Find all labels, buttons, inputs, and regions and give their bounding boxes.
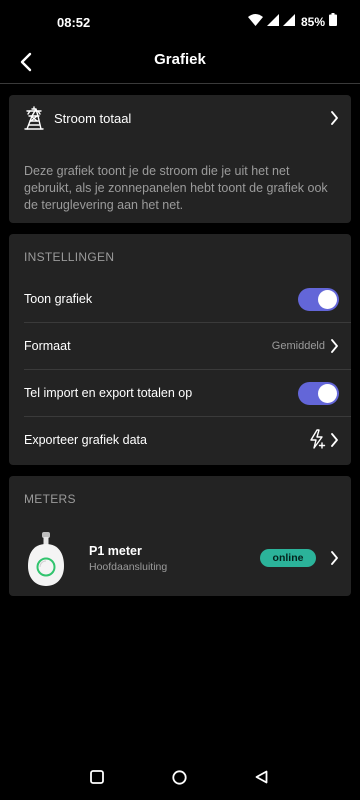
status-time: 08:52: [57, 15, 91, 30]
meters-card: METERS P1 meter Hoofdaansluiting online: [9, 476, 351, 596]
status-badge: online: [260, 549, 316, 567]
exporteer-row[interactable]: Exporteer grafiek data: [24, 417, 351, 464]
status-bar: 08:52 85%: [0, 0, 360, 44]
meters-title: METERS: [24, 492, 76, 506]
meter-subtitle: Hoofdaansluiting: [89, 561, 168, 573]
chevron-right-icon: [330, 111, 339, 130]
toggle-knob: [318, 290, 337, 309]
chevron-right-icon: [330, 433, 339, 452]
tel-totalen-label: Tel import en export totalen op: [24, 386, 193, 400]
formaat-row[interactable]: Formaat Gemiddeld: [24, 323, 351, 370]
status-icons: 85%: [247, 13, 337, 31]
stroom-card: Stroom totaal Deze grafiek toont je de s…: [9, 95, 351, 223]
page-title: Grafiek: [154, 51, 206, 68]
exporteer-label: Exporteer grafiek data: [24, 433, 147, 447]
stroom-totaal-row[interactable]: Stroom totaal: [9, 95, 351, 143]
power-pylon-icon: [24, 106, 44, 135]
toon-grafiek-toggle[interactable]: [298, 288, 339, 311]
instellingen-title: INSTELLINGEN: [24, 250, 115, 264]
signal-icon: [266, 13, 279, 31]
app-header: Grafiek: [0, 44, 360, 84]
chevron-right-icon: [330, 339, 339, 358]
recents-square-icon[interactable]: [90, 770, 104, 789]
toon-grafiek-label: Toon grafiek: [24, 292, 93, 306]
wifi-icon: [247, 13, 263, 31]
battery-percent: 85%: [300, 15, 325, 29]
formaat-label: Formaat: [24, 339, 71, 353]
tel-totalen-row: Tel import en export totalen op: [24, 370, 351, 417]
export-lightning-icon: [308, 429, 326, 454]
instellingen-card: INSTELLINGEN Toon grafiek Formaat Gemidd…: [9, 234, 351, 465]
system-nav-bar: [0, 756, 360, 800]
home-circle-icon[interactable]: [172, 770, 187, 790]
battery-icon: [329, 13, 337, 31]
back-triangle-icon[interactable]: [255, 770, 268, 789]
meter-name: P1 meter: [89, 544, 142, 558]
toggle-knob: [318, 384, 337, 403]
stroom-totaal-label: Stroom totaal: [54, 111, 132, 126]
stroom-description: Deze grafiek toont je de stroom die je u…: [24, 164, 328, 212]
p1-meter-image: [26, 532, 66, 588]
formaat-value: Gemiddeld: [271, 340, 325, 352]
chevron-right-icon: [330, 551, 339, 570]
signal-icon: [282, 13, 295, 31]
tel-totalen-toggle[interactable]: [298, 382, 339, 405]
toon-grafiek-row: Toon grafiek: [24, 276, 351, 323]
